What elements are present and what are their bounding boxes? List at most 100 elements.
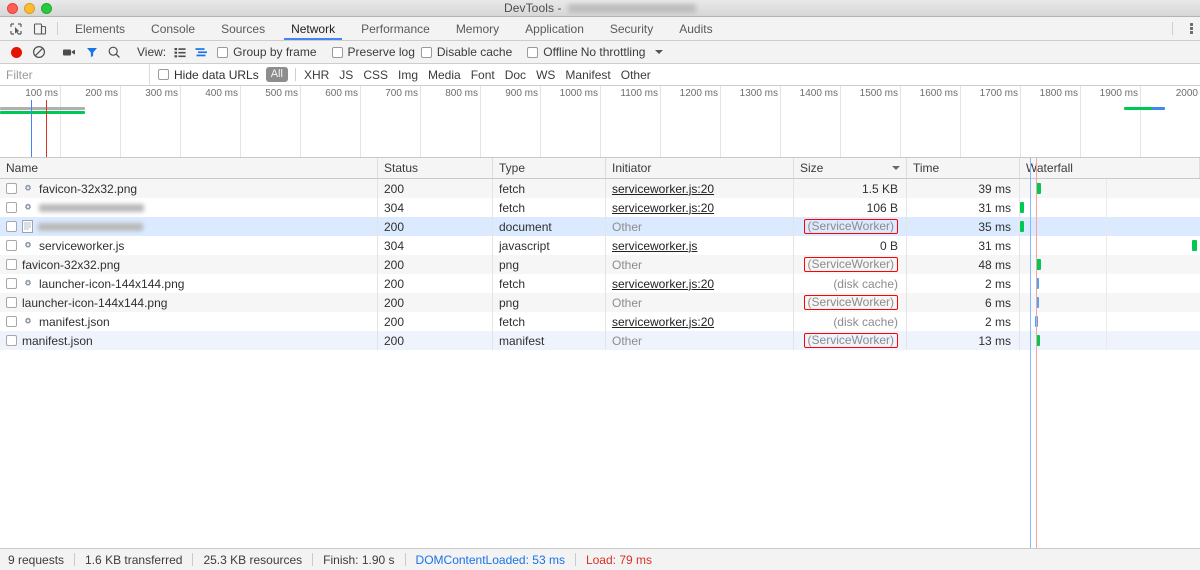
column-header-time[interactable]: Time (907, 158, 1020, 178)
column-header-size[interactable]: Size (794, 158, 907, 178)
hide-data-urls-checkbox[interactable]: Hide data URLs (155, 68, 262, 82)
waterfall-view-icon[interactable] (192, 43, 211, 62)
filter-type-media[interactable]: Media (423, 68, 466, 82)
cell-name: launcher-icon-144x144.png (0, 274, 378, 293)
filter-type-other[interactable]: Other (616, 68, 656, 82)
table-row[interactable]: manifest.json 200 fetch serviceworker.js:20… (0, 312, 1200, 331)
initiator-link[interactable]: serviceworker.js:20 (612, 182, 714, 196)
overview-tick-label: 1900 ms (1099, 88, 1138, 99)
filter-type-js[interactable]: JS (334, 68, 358, 82)
group-by-frame-label: Group by frame (233, 45, 317, 59)
record-button[interactable] (7, 43, 26, 62)
overview-tick-label: 1100 ms (620, 88, 658, 99)
disable-cache-box[interactable] (420, 46, 432, 58)
column-header-initiator[interactable]: Initiator (606, 158, 794, 178)
filter-type-doc[interactable]: Doc (500, 68, 531, 82)
row-checkbox[interactable] (6, 335, 17, 346)
network-overview-timeline[interactable]: 100 ms 200 ms 300 ms 400 ms 500 ms 600 ms 700 … (0, 86, 1200, 158)
cell-status: 200 (378, 255, 493, 274)
row-checkbox[interactable] (6, 297, 17, 308)
row-checkbox[interactable] (6, 259, 17, 270)
filter-bar: Hide data URLs All XHR JS CSS Img Media … (0, 64, 1200, 86)
disable-cache-checkbox[interactable]: Disable cache (418, 45, 515, 59)
waterfall-bar (1036, 259, 1041, 270)
table-row[interactable]: launcher-icon-144x144.png 200 png Other (Ser… (0, 293, 1200, 312)
cell-waterfall (1020, 179, 1200, 198)
capture-screenshots-icon[interactable] (60, 43, 79, 62)
row-checkbox[interactable] (6, 183, 17, 194)
tab-performance[interactable]: Performance (348, 17, 443, 40)
table-row[interactable]: serviceworker.js 304 javascript servicework… (0, 236, 1200, 255)
offline-checkbox[interactable]: Offline (524, 45, 580, 59)
tab-sources[interactable]: Sources (208, 17, 278, 40)
filter-type-manifest[interactable]: Manifest (560, 68, 615, 82)
row-checkbox[interactable] (6, 202, 17, 213)
search-input[interactable] (0, 64, 150, 85)
tab-memory[interactable]: Memory (443, 17, 512, 40)
preserve-log-label: Preserve log (347, 45, 415, 59)
throttling-select[interactable]: No throttling (581, 45, 664, 59)
chevron-down-icon (655, 50, 664, 54)
group-by-frame-checkbox[interactable]: Group by frame (214, 45, 319, 59)
cell-time: 2 ms (907, 312, 1020, 331)
row-checkbox[interactable] (6, 221, 17, 232)
clear-button[interactable] (29, 43, 48, 62)
tab-console[interactable]: Console (138, 17, 208, 40)
overview-dcl-line (31, 100, 32, 157)
search-icon[interactable] (104, 43, 123, 62)
cell-status: 200 (378, 274, 493, 293)
tab-network[interactable]: Network (278, 17, 348, 40)
initiator-link[interactable]: serviceworker.js:20 (612, 201, 714, 215)
filter-type-img[interactable]: Img (393, 68, 423, 82)
row-checkbox[interactable] (6, 316, 17, 327)
column-header-name[interactable]: Name (0, 158, 378, 178)
group-by-frame-box[interactable] (217, 46, 229, 58)
preserve-log-checkbox[interactable]: Preserve log (329, 45, 418, 59)
initiator-link[interactable]: serviceworker.js:20 (612, 315, 714, 329)
table-row[interactable]: manifest.json 200 manifest Other (ServiceWor… (0, 331, 1200, 350)
filter-type-font[interactable]: Font (466, 68, 500, 82)
cell-name: favicon-32x32.png (0, 179, 378, 198)
preserve-log-box[interactable] (331, 46, 343, 58)
size-text: 0 B (879, 238, 898, 253)
initiator-link[interactable]: serviceworker.js (612, 239, 697, 253)
hide-data-urls-box[interactable] (158, 69, 169, 80)
filter-icon[interactable] (82, 43, 101, 62)
overview-tick-label: 600 ms (325, 88, 358, 99)
cell-size: 0 B (794, 236, 907, 255)
cell-type: fetch (493, 179, 606, 198)
row-checkbox[interactable] (6, 240, 17, 251)
column-header-type[interactable]: Type (493, 158, 606, 178)
table-row[interactable]: 304 fetch serviceworker.js:20 106 B 31 ms (0, 198, 1200, 217)
tab-audits[interactable]: Audits (666, 17, 725, 40)
row-checkbox[interactable] (6, 278, 17, 289)
table-row[interactable]: favicon-32x32.png 200 fetch serviceworker.j… (0, 179, 1200, 198)
cell-waterfall (1020, 274, 1200, 293)
kebab-menu-icon[interactable] (1190, 17, 1193, 40)
cell-status: 200 (378, 217, 493, 236)
table-row[interactable]: favicon-32x32.png 200 png Other (ServiceWork… (0, 255, 1200, 274)
cell-size: 1.5 KB (794, 179, 907, 198)
requests-table: Name Status Type Initiator Size Time Waterfall… (0, 158, 1200, 548)
size-text: (disk cache) (833, 276, 898, 291)
tab-elements[interactable]: Elements (62, 17, 138, 40)
gear-icon (24, 183, 32, 191)
filter-type-ws[interactable]: WS (531, 68, 560, 82)
filter-type-all[interactable]: All (265, 67, 288, 82)
column-header-status[interactable]: Status (378, 158, 493, 178)
filter-type-css[interactable]: CSS (358, 68, 393, 82)
device-toolbar-icon[interactable] (32, 21, 47, 36)
tab-application[interactable]: Application (512, 17, 597, 40)
overview-tick: 1500 ms (860, 86, 901, 157)
cell-type: javascript (493, 236, 606, 255)
tab-security[interactable]: Security (597, 17, 666, 40)
table-row[interactable]: launcher-icon-144x144.png 200 fetch service… (0, 274, 1200, 293)
filter-type-xhr[interactable]: XHR (299, 68, 334, 82)
offline-box[interactable] (527, 46, 539, 58)
initiator-link[interactable]: serviceworker.js:20 (612, 277, 714, 291)
column-header-waterfall[interactable]: Waterfall (1020, 158, 1200, 178)
list-view-icon[interactable] (170, 43, 189, 62)
cell-type: document (493, 217, 606, 236)
inspect-element-icon[interactable] (8, 21, 23, 36)
table-row[interactable]: 200 document Other (ServiceWorker) 35 ms (0, 217, 1200, 236)
